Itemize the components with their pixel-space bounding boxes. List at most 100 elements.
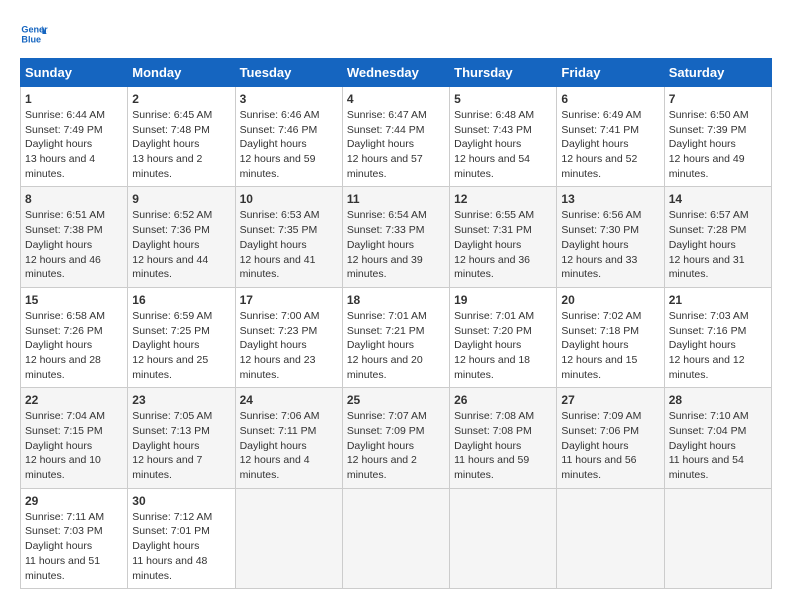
calendar-week-row: 29 Sunrise: 7:11 AMSunset: 7:03 PMDayligh…	[21, 488, 772, 588]
calendar-cell: 21 Sunrise: 7:03 AMSunset: 7:16 PMDayligh…	[664, 287, 771, 387]
calendar-cell	[557, 488, 664, 588]
calendar-week-row: 8 Sunrise: 6:51 AMSunset: 7:38 PMDaylight…	[21, 187, 772, 287]
header-friday: Friday	[557, 59, 664, 87]
calendar-cell: 19 Sunrise: 7:01 AMSunset: 7:20 PMDayligh…	[450, 287, 557, 387]
day-number: 15	[25, 293, 123, 307]
day-number: 18	[347, 293, 445, 307]
cell-content: Sunrise: 7:07 AMSunset: 7:09 PMDaylight …	[347, 409, 445, 482]
cell-content: Sunrise: 6:45 AMSunset: 7:48 PMDaylight …	[132, 108, 230, 181]
calendar-cell: 13Sunrise: 6:56 AMSunset: 7:30 PMDayligh…	[557, 187, 664, 287]
day-number: 4	[347, 92, 445, 106]
calendar-cell: 26 Sunrise: 7:08 AMSunset: 7:08 PMDayligh…	[450, 388, 557, 488]
cell-content: Sunrise: 7:04 AMSunset: 7:15 PMDaylight …	[25, 409, 123, 482]
calendar-cell: 1 Sunrise: 6:44 AMSunset: 7:49 PMDaylight…	[21, 87, 128, 187]
cell-content: Sunrise: 7:02 AMSunset: 7:18 PMDaylight …	[561, 309, 659, 382]
cell-content: Sunrise: 7:12 AMSunset: 7:01 PMDaylight …	[132, 510, 230, 583]
calendar-week-row: 22 Sunrise: 7:04 AMSunset: 7:15 PMDayligh…	[21, 388, 772, 488]
calendar-cell: 14 Sunrise: 6:57 AMSunset: 7:28 PMDayligh…	[664, 187, 771, 287]
cell-content: Sunrise: 7:03 AMSunset: 7:16 PMDaylight …	[669, 309, 767, 382]
page-header: General Blue	[20, 20, 772, 48]
cell-content: Sunrise: 6:50 AMSunset: 7:39 PMDaylight …	[669, 108, 767, 181]
day-number: 11	[347, 192, 445, 206]
calendar-cell: 7 Sunrise: 6:50 AMSunset: 7:39 PMDaylight…	[664, 87, 771, 187]
day-number: 5	[454, 92, 552, 106]
cell-content: Sunrise: 7:01 AMSunset: 7:21 PMDaylight …	[347, 309, 445, 382]
cell-content: Sunrise: 6:56 AMSunset: 7:30 PMDaylight …	[561, 208, 659, 281]
day-number: 27	[561, 393, 659, 407]
calendar-cell: 30 Sunrise: 7:12 AMSunset: 7:01 PMDayligh…	[128, 488, 235, 588]
cell-content: Sunrise: 7:01 AMSunset: 7:20 PMDaylight …	[454, 309, 552, 382]
cell-content: Sunrise: 6:57 AMSunset: 7:28 PMDaylight …	[669, 208, 767, 281]
calendar-cell: 23Sunrise: 7:05 AMSunset: 7:13 PMDayligh…	[128, 388, 235, 488]
cell-content: Sunrise: 7:11 AMSunset: 7:03 PMDaylight …	[25, 510, 123, 583]
cell-content: Sunrise: 6:51 AMSunset: 7:38 PMDaylight …	[25, 208, 123, 281]
cell-content: Sunrise: 6:46 AMSunset: 7:46 PMDaylight …	[240, 108, 338, 181]
day-number: 21	[669, 293, 767, 307]
calendar-cell: 25 Sunrise: 7:07 AMSunset: 7:09 PMDayligh…	[342, 388, 449, 488]
calendar-cell: 24 Sunrise: 7:06 AMSunset: 7:11 PMDayligh…	[235, 388, 342, 488]
day-number: 12	[454, 192, 552, 206]
calendar-cell: 28 Sunrise: 7:10 AMSunset: 7:04 PMDayligh…	[664, 388, 771, 488]
day-number: 22	[25, 393, 123, 407]
day-number: 8	[25, 192, 123, 206]
calendar-cell: 18 Sunrise: 7:01 AMSunset: 7:21 PMDayligh…	[342, 287, 449, 387]
cell-content: Sunrise: 6:59 AMSunset: 7:25 PMDaylight …	[132, 309, 230, 382]
calendar-cell: 10Sunrise: 6:53 AMSunset: 7:35 PMDayligh…	[235, 187, 342, 287]
calendar-cell: 27Sunrise: 7:09 AMSunset: 7:06 PMDayligh…	[557, 388, 664, 488]
calendar-table: Sunday Monday Tuesday Wednesday Thursday…	[20, 58, 772, 589]
day-number: 19	[454, 293, 552, 307]
header-monday: Monday	[128, 59, 235, 87]
header-saturday: Saturday	[664, 59, 771, 87]
calendar-week-row: 1 Sunrise: 6:44 AMSunset: 7:49 PMDaylight…	[21, 87, 772, 187]
calendar-cell: 3Sunrise: 6:46 AMSunset: 7:46 PMDaylight…	[235, 87, 342, 187]
cell-content: Sunrise: 6:52 AMSunset: 7:36 PMDaylight …	[132, 208, 230, 281]
day-number: 26	[454, 393, 552, 407]
cell-content: Sunrise: 6:53 AMSunset: 7:35 PMDaylight …	[240, 208, 338, 281]
cell-content: Sunrise: 7:00 AMSunset: 7:23 PMDaylight …	[240, 309, 338, 382]
day-number: 23	[132, 393, 230, 407]
day-number: 20	[561, 293, 659, 307]
header-tuesday: Tuesday	[235, 59, 342, 87]
day-number: 9	[132, 192, 230, 206]
calendar-cell: 2 Sunrise: 6:45 AMSunset: 7:48 PMDaylight…	[128, 87, 235, 187]
calendar-cell: 4 Sunrise: 6:47 AMSunset: 7:44 PMDaylight…	[342, 87, 449, 187]
calendar-cell: 6Sunrise: 6:49 AMSunset: 7:41 PMDaylight…	[557, 87, 664, 187]
calendar-cell: 22 Sunrise: 7:04 AMSunset: 7:15 PMDayligh…	[21, 388, 128, 488]
cell-content: Sunrise: 6:58 AMSunset: 7:26 PMDaylight …	[25, 309, 123, 382]
day-number: 29	[25, 494, 123, 508]
cell-content: Sunrise: 6:54 AMSunset: 7:33 PMDaylight …	[347, 208, 445, 281]
calendar-cell	[235, 488, 342, 588]
header-thursday: Thursday	[450, 59, 557, 87]
cell-content: Sunrise: 6:47 AMSunset: 7:44 PMDaylight …	[347, 108, 445, 181]
day-number: 17	[240, 293, 338, 307]
header-wednesday: Wednesday	[342, 59, 449, 87]
cell-content: Sunrise: 6:48 AMSunset: 7:43 PMDaylight …	[454, 108, 552, 181]
cell-content: Sunrise: 6:44 AMSunset: 7:49 PMDaylight …	[25, 108, 123, 181]
day-number: 7	[669, 92, 767, 106]
svg-text:Blue: Blue	[21, 34, 41, 44]
cell-content: Sunrise: 6:55 AMSunset: 7:31 PMDaylight …	[454, 208, 552, 281]
calendar-header-row: Sunday Monday Tuesday Wednesday Thursday…	[21, 59, 772, 87]
day-number: 25	[347, 393, 445, 407]
calendar-cell	[450, 488, 557, 588]
calendar-cell: 15 Sunrise: 6:58 AMSunset: 7:26 PMDayligh…	[21, 287, 128, 387]
day-number: 30	[132, 494, 230, 508]
day-number: 2	[132, 92, 230, 106]
day-number: 16	[132, 293, 230, 307]
calendar-cell: 11 Sunrise: 6:54 AMSunset: 7:33 PMDayligh…	[342, 187, 449, 287]
calendar-cell: 16 Sunrise: 6:59 AMSunset: 7:25 PMDayligh…	[128, 287, 235, 387]
day-number: 24	[240, 393, 338, 407]
header-sunday: Sunday	[21, 59, 128, 87]
calendar-cell: 9 Sunrise: 6:52 AMSunset: 7:36 PMDaylight…	[128, 187, 235, 287]
calendar-cell: 8 Sunrise: 6:51 AMSunset: 7:38 PMDaylight…	[21, 187, 128, 287]
cell-content: Sunrise: 7:08 AMSunset: 7:08 PMDaylight …	[454, 409, 552, 482]
calendar-cell: 20 Sunrise: 7:02 AMSunset: 7:18 PMDayligh…	[557, 287, 664, 387]
cell-content: Sunrise: 7:10 AMSunset: 7:04 PMDaylight …	[669, 409, 767, 482]
day-number: 1	[25, 92, 123, 106]
logo: General Blue	[20, 20, 54, 48]
calendar-cell: 12 Sunrise: 6:55 AMSunset: 7:31 PMDayligh…	[450, 187, 557, 287]
day-number: 14	[669, 192, 767, 206]
cell-content: Sunrise: 7:06 AMSunset: 7:11 PMDaylight …	[240, 409, 338, 482]
calendar-week-row: 15 Sunrise: 6:58 AMSunset: 7:26 PMDayligh…	[21, 287, 772, 387]
day-number: 28	[669, 393, 767, 407]
